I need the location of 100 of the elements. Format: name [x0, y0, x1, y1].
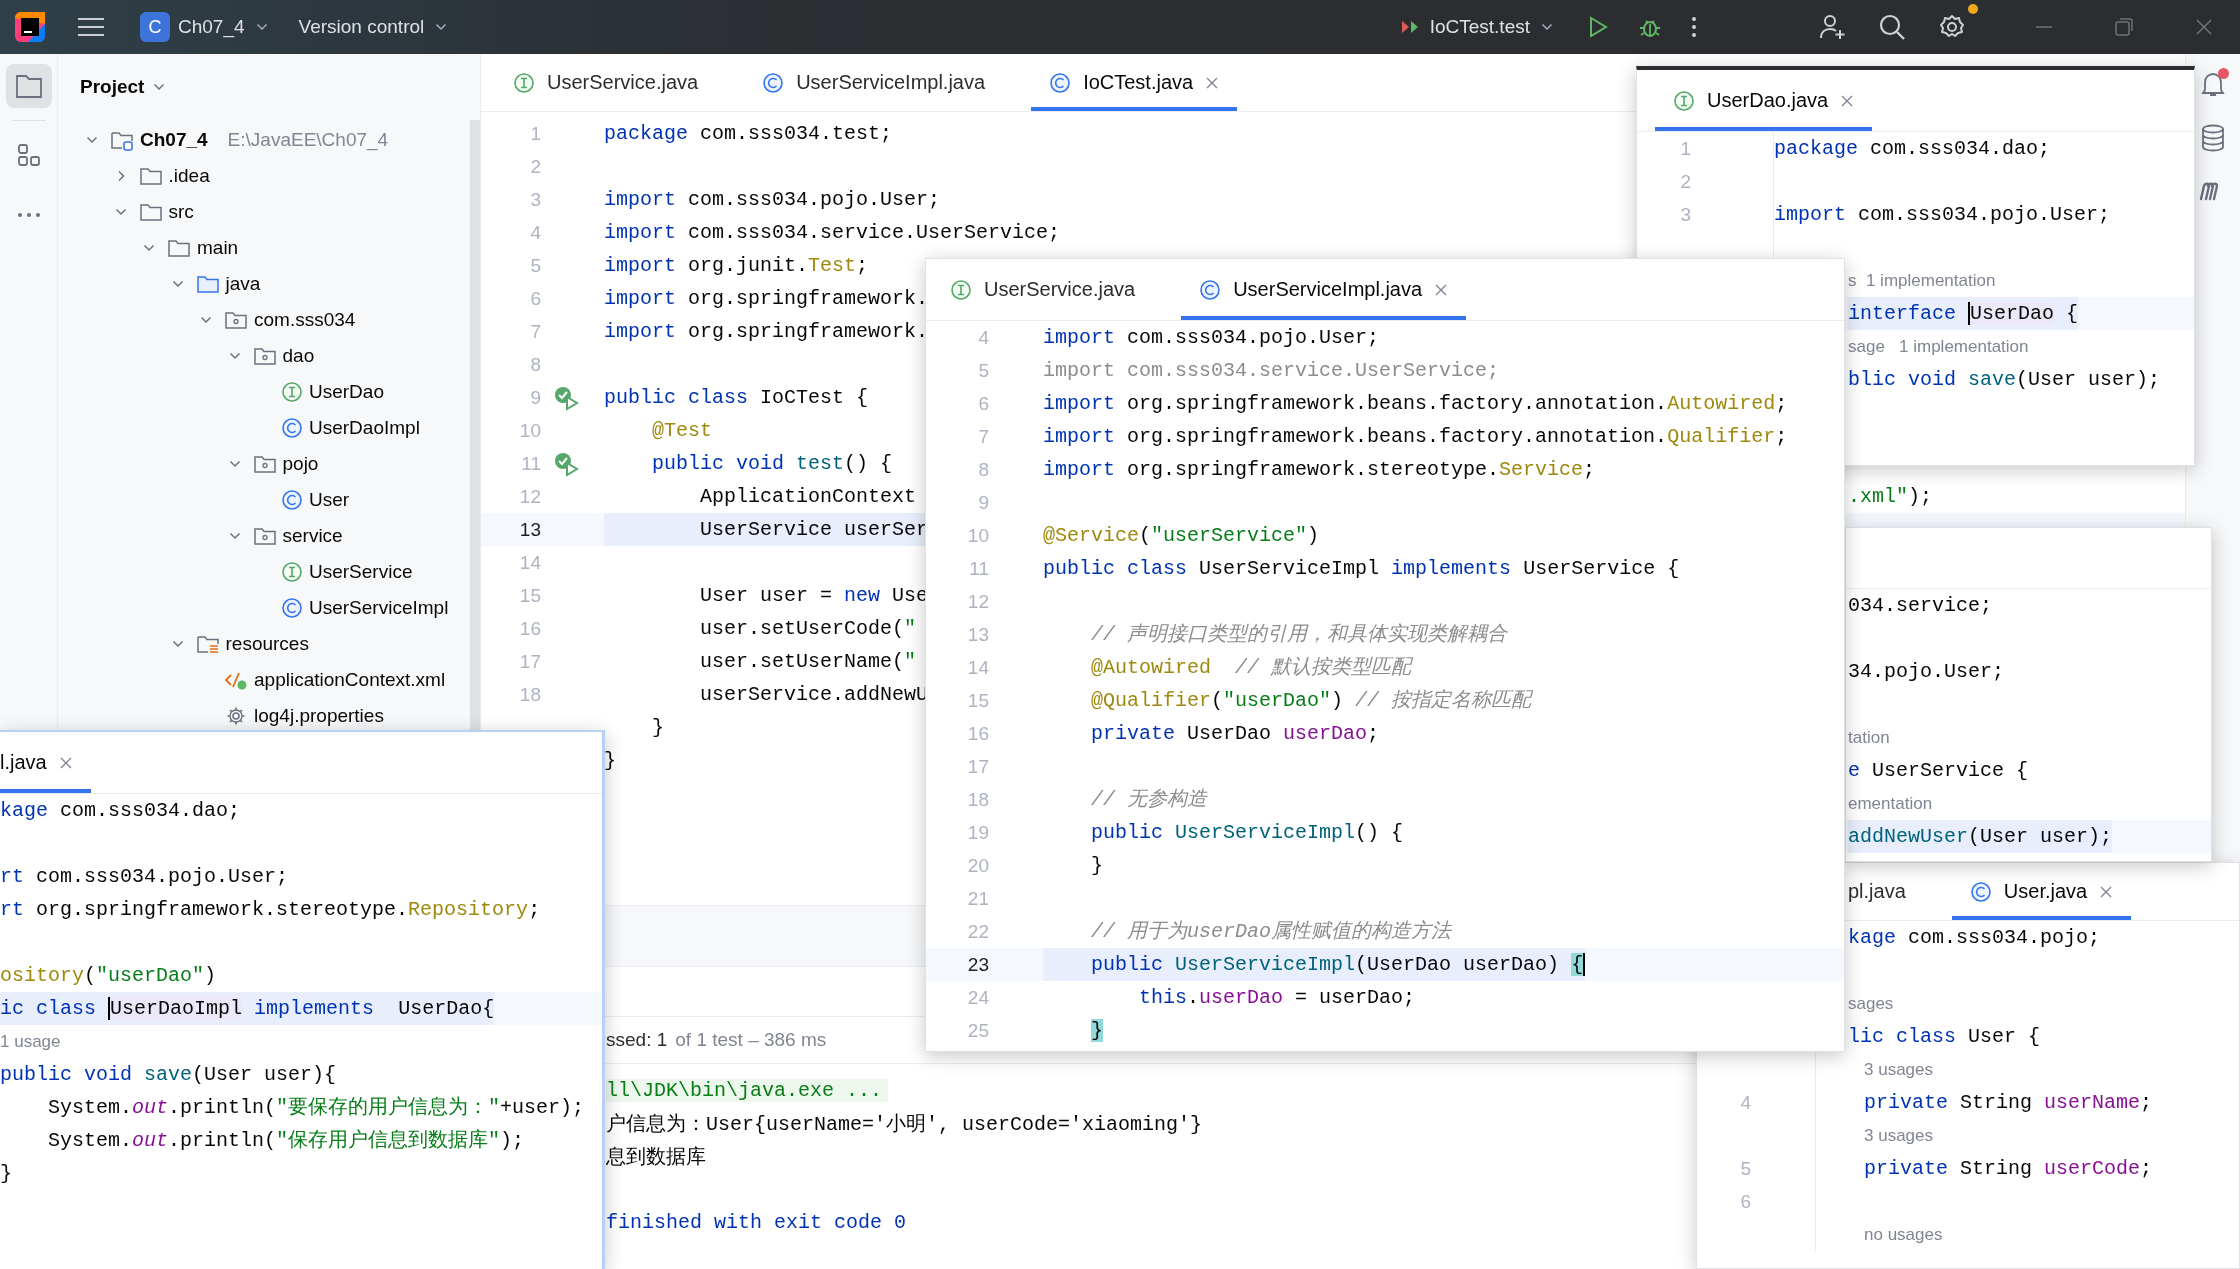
editor-tab[interactable]: UserServiceImpl.java [1181, 259, 1467, 320]
project-badge: C [140, 12, 170, 42]
line-number: 16 [967, 722, 989, 744]
line-number: 9 [978, 491, 989, 513]
line-number: 13 [519, 518, 541, 540]
line-number: 18 [967, 788, 989, 810]
code-line: import org.springframework.beans.factory.annotation.Autowired; [1043, 391, 1788, 417]
tree-item[interactable]: dao [282, 345, 315, 367]
editor-tab[interactable]: User.java [1951, 863, 2132, 920]
line-number: 21 [967, 887, 989, 909]
tree-item[interactable]: java [225, 273, 261, 295]
code-line: e UserService { [1848, 758, 2029, 784]
tree-item[interactable]: User [309, 489, 350, 511]
tree-item[interactable]: main [197, 237, 239, 259]
panel-title[interactable]: Project [80, 76, 145, 98]
run-passed-icon [553, 450, 579, 477]
more-icon [16, 211, 41, 219]
run-passed-icon [553, 384, 579, 411]
editor-tab[interactable]: l.java [0, 732, 91, 793]
line-number: 2 [530, 155, 541, 177]
code-line: public void save(User user){ [0, 1062, 337, 1088]
line-number: 16 [519, 617, 541, 639]
run-config-selector[interactable]: IoCTest.test [1391, 10, 1562, 44]
usage-hint[interactable]: ementation [1848, 792, 1933, 815]
console-line: finished with exit code 0 [606, 1211, 908, 1234]
tree-item[interactable]: Ch07_4 [140, 129, 208, 151]
editor-tab[interactable]: UserDao.java [1655, 70, 1873, 131]
tree-item[interactable]: UserServiceImpl [309, 597, 449, 619]
line-number: 15 [967, 689, 989, 711]
tool-window-button[interactable] [5, 64, 52, 108]
usage-hint[interactable]: 3 usages [1816, 1058, 1933, 1081]
add-user-icon[interactable] [1818, 13, 1846, 41]
line-number: 12 [519, 485, 541, 507]
editor-tab[interactable]: IoCTest.java [1031, 54, 1238, 111]
test-status: ssed: 1 [606, 1029, 668, 1051]
tree-item[interactable]: UserDao [309, 381, 384, 403]
code-line: public class IoCTest { [604, 385, 869, 411]
module-path: E:\JavaEE\Ch07_4 [227, 129, 389, 151]
line-number: 3 [530, 188, 541, 210]
usage-hint[interactable]: no usages [1816, 1223, 1943, 1246]
code-line: } [1090, 853, 1104, 879]
usage-hint[interactable]: s 1 implementation [1848, 269, 1996, 292]
class-icon [281, 489, 303, 511]
package-icon [252, 345, 277, 367]
editor-tab[interactable]: UserService.java [495, 54, 717, 111]
project-switcher[interactable]: Ch07_4 [170, 10, 277, 44]
close-icon[interactable] [1840, 93, 1855, 108]
tree-item[interactable]: service [282, 525, 343, 547]
code-line: import com.sss034.service.UserService; [1043, 358, 1500, 384]
code-line: rt org.springframework.stereotype.Repository; [0, 897, 541, 923]
code-line: import com.sss034.pojo.User; [1774, 202, 2111, 228]
tree-item[interactable]: resources [225, 633, 309, 655]
line-number: 14 [967, 656, 989, 678]
menu-icon[interactable] [76, 15, 106, 39]
usage-hint[interactable]: 3 usages [1816, 1124, 1933, 1147]
line-number: 10 [967, 524, 989, 546]
line-number: 11 [969, 557, 989, 579]
class-icon [281, 597, 303, 619]
more-icon[interactable] [1690, 15, 1698, 39]
version-control-menu[interactable]: Version control [290, 10, 457, 44]
code-line: public UserServiceImpl() { [1090, 820, 1404, 846]
tree-item[interactable]: src [168, 201, 194, 223]
line-number: 9 [530, 386, 541, 408]
code-line: } [651, 715, 665, 741]
tree-item[interactable]: applicationContext.xml [254, 669, 446, 691]
line-number: 14 [519, 551, 541, 573]
class-icon [1199, 278, 1222, 301]
close-icon[interactable] [1434, 282, 1449, 297]
restore-icon[interactable] [2112, 15, 2136, 39]
line-number: 3 [1680, 203, 1691, 225]
code-line: 34.pojo.User; [1848, 659, 2005, 685]
interface-icon [281, 561, 303, 583]
code-line: // 用于为userDao属性赋值的构造方法 [1090, 919, 1452, 945]
tree-item[interactable]: .idea [168, 165, 210, 187]
usage-hint[interactable]: 1 usage [0, 1030, 61, 1053]
usage-hint[interactable]: tation [1848, 726, 1890, 749]
line-number: 4 [978, 326, 989, 348]
line-number: 5 [530, 254, 541, 276]
close-icon[interactable] [2099, 884, 2114, 899]
search-icon[interactable] [1878, 13, 1906, 41]
code-line: import org.springframework.beans.factory.annotation.Qualifier; [1043, 424, 1788, 450]
editor-tab[interactable]: UserService.java [932, 259, 1154, 320]
usage-hint[interactable]: sage 1 implementation [1848, 335, 2029, 358]
tree-item[interactable]: UserService [309, 561, 413, 583]
tree-item[interactable]: log4j.properties [254, 705, 384, 727]
console-line: 户信息为：User{userName='小明', userCode='xiaoming'} [606, 1112, 1204, 1137]
editor-tab[interactable]: pl.java [1848, 863, 1924, 920]
usage-hint[interactable]: sages [1848, 992, 1894, 1015]
line-number: 11 [521, 452, 541, 474]
app-logo-icon[interactable] [14, 11, 46, 43]
module-icon [110, 129, 134, 151]
tree-item[interactable]: UserDaoImpl [309, 417, 420, 439]
close-icon[interactable] [58, 755, 73, 770]
close-icon[interactable] [1205, 75, 1220, 90]
code-line: System.out.println("要保存的用户信息为："+user); [47, 1095, 585, 1121]
editor-tab[interactable]: UserServiceImpl.java [744, 54, 1004, 111]
code-line: user.setUserName(" [699, 649, 917, 675]
tree-item[interactable]: pojo [282, 453, 319, 475]
tree-item[interactable]: com.sss034 [254, 309, 356, 331]
code-line: @Service("userService") [1043, 523, 1320, 549]
